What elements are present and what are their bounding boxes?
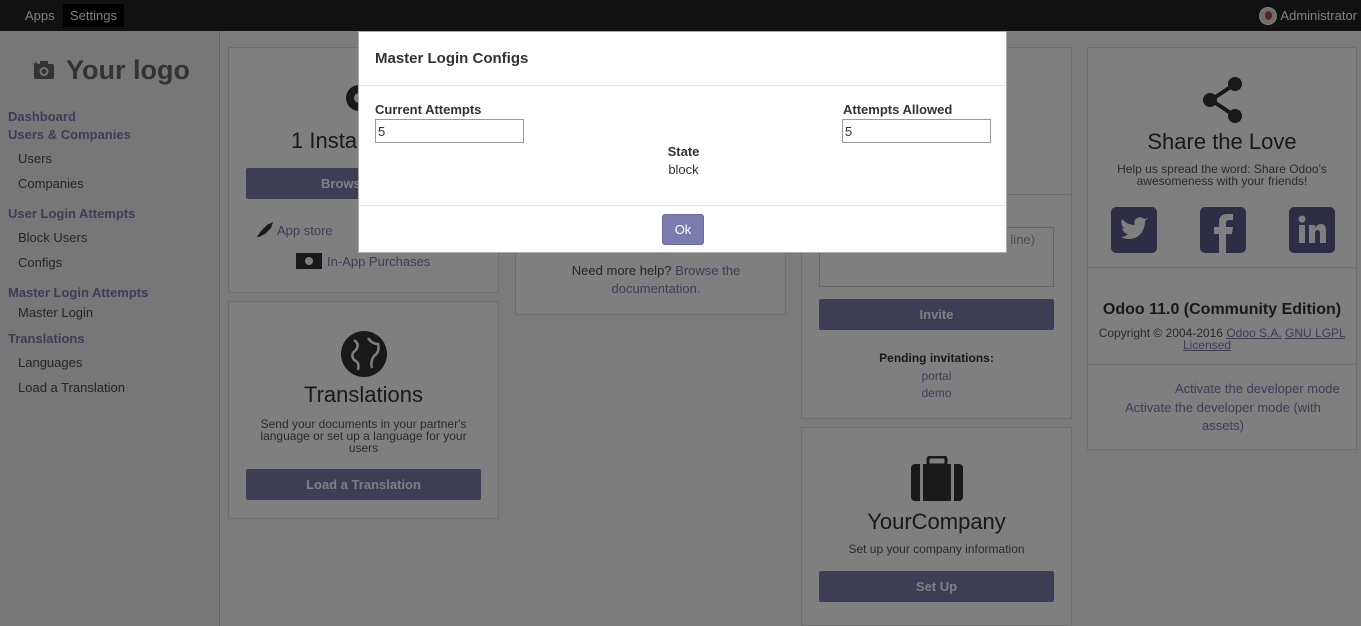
state-value: block: [668, 162, 699, 177]
current-attempts-input[interactable]: [375, 119, 524, 143]
dialog-title: Master Login Configs: [375, 50, 529, 67]
dialog-footer-divider: [359, 205, 1006, 206]
attempts-allowed-input[interactable]: [842, 119, 991, 143]
ok-button[interactable]: Ok: [662, 214, 704, 245]
dialog-header-divider: [359, 85, 1006, 86]
current-attempts-label: Current Attempts: [375, 102, 482, 117]
attempts-allowed-label: Attempts Allowed: [843, 102, 953, 117]
master-login-configs-dialog: Master Login Configs Current Attempts At…: [358, 31, 1007, 253]
state-label: State: [667, 144, 700, 159]
